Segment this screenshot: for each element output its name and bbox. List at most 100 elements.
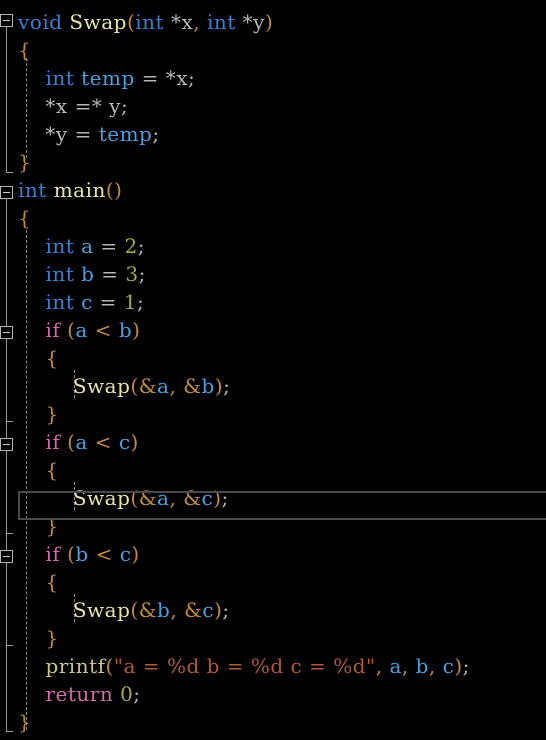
code-line[interactable]: { xyxy=(0,568,546,596)
code-line[interactable]: void Swap(int *x, int *y) xyxy=(0,8,546,36)
code-token: temp xyxy=(98,122,153,146)
code-token: ; xyxy=(188,66,196,90)
code-line[interactable]: { xyxy=(0,204,546,232)
code-line[interactable]: Swap(&a, &b); xyxy=(0,372,546,400)
code-token: & xyxy=(183,374,202,398)
code-token: a xyxy=(157,486,170,510)
code-line[interactable]: Swap(&b, &c); xyxy=(0,596,546,624)
code-token: ) xyxy=(213,486,222,510)
code-token: c xyxy=(201,486,214,510)
code-line[interactable]: } xyxy=(0,400,546,428)
code-token: b xyxy=(201,374,215,398)
code-token: ( xyxy=(105,654,114,678)
code-token: } xyxy=(45,626,59,650)
code-token: { xyxy=(45,458,59,482)
code-line[interactable]: } xyxy=(0,148,546,176)
code-token: Swap xyxy=(72,486,131,510)
code-token: } xyxy=(45,514,59,538)
code-line[interactable]: { xyxy=(0,344,546,372)
code-token: if xyxy=(45,318,61,342)
code-line[interactable]: printf("a = %d b = %d c = %d", a, b, c); xyxy=(0,652,546,680)
code-token: c xyxy=(81,290,93,314)
code-token: "a = %d b = %d c = %d" xyxy=(113,654,376,678)
code-line[interactable]: if (a < c) xyxy=(0,428,546,456)
code-editor[interactable]: void Swap(int *x, int *y){ int temp = *x… xyxy=(0,0,546,740)
code-line[interactable]: *x =* y; xyxy=(0,92,546,120)
code-token: & xyxy=(138,486,158,510)
code-line[interactable]: int c = 1; xyxy=(0,288,546,316)
code-token: , xyxy=(428,654,436,678)
code-token: a xyxy=(81,234,94,258)
code-token: = xyxy=(94,262,126,286)
code-token: ) xyxy=(132,318,141,342)
code-token: return xyxy=(45,682,114,706)
code-token: , xyxy=(401,654,409,678)
code-token: ; xyxy=(223,374,231,398)
code-token: int xyxy=(18,178,47,202)
code-token: a xyxy=(75,318,88,342)
code-token: 2 xyxy=(124,234,138,258)
code-token: { xyxy=(18,206,32,230)
code-line[interactable]: } xyxy=(0,624,546,652)
code-token: a xyxy=(75,430,88,454)
code-token: { xyxy=(45,346,59,370)
code-line[interactable]: int main() xyxy=(0,176,546,204)
code-token: int xyxy=(45,234,75,258)
code-token: = *x xyxy=(134,66,189,90)
code-token: c xyxy=(118,430,131,454)
code-token: 0 xyxy=(120,682,134,706)
code-token: b xyxy=(75,542,89,566)
code-token: & xyxy=(138,374,158,398)
code-line[interactable]: int b = 3; xyxy=(0,260,546,288)
code-token: & xyxy=(183,486,202,510)
code-line[interactable]: Swap(&a, &c); xyxy=(0,484,546,512)
code-token: Swap xyxy=(72,374,131,398)
code-token: *x xyxy=(164,10,194,34)
code-text-layer[interactable]: void Swap(int *x, int *y){ int temp = *x… xyxy=(0,0,546,740)
code-token: = xyxy=(93,234,125,258)
code-line[interactable]: { xyxy=(0,36,546,64)
code-line[interactable]: *y = temp; xyxy=(0,120,546,148)
code-token: ; xyxy=(138,262,146,286)
code-line[interactable]: } xyxy=(0,708,546,736)
code-token: 1 xyxy=(123,290,138,314)
code-line[interactable]: int temp = *x; xyxy=(0,64,546,92)
code-line[interactable]: } xyxy=(0,512,546,540)
code-line[interactable]: int a = 2; xyxy=(0,232,546,260)
code-token: a xyxy=(389,654,402,678)
code-token: void xyxy=(18,10,63,34)
code-line[interactable]: if (b < c) xyxy=(0,540,546,568)
code-line[interactable]: if (a < b) xyxy=(0,316,546,344)
code-token: = xyxy=(92,290,124,314)
code-token: int xyxy=(45,66,75,90)
code-line[interactable]: return 0; xyxy=(0,680,546,708)
code-line[interactable]: { xyxy=(0,456,546,484)
code-token: ; xyxy=(462,654,470,678)
code-token: Swap xyxy=(69,10,127,34)
code-token: ; xyxy=(221,486,229,510)
code-token: ) xyxy=(454,654,463,678)
code-token: ; xyxy=(152,122,160,146)
code-token: } xyxy=(18,150,32,174)
code-token: } xyxy=(18,710,32,734)
